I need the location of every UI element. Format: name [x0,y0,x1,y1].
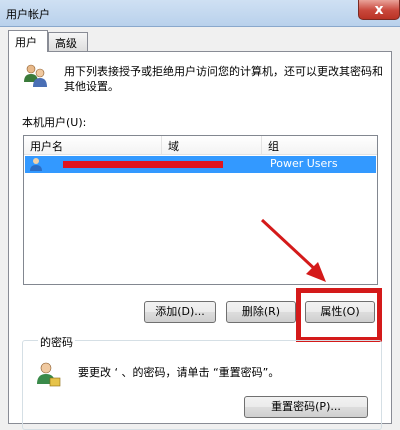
reset-password-button[interactable]: 重置密码(P)... [244,396,368,418]
password-group-legend: 的密码 [38,334,75,350]
tab-users-label: 用户 [15,36,37,49]
user-password-icon [37,362,61,387]
annotation-highlight-box [296,288,382,342]
password-instruction: 要更改 ‘ 、的密码，请单击 “重置密码”。 [78,366,280,379]
tab-users[interactable]: 用户 [8,30,48,52]
